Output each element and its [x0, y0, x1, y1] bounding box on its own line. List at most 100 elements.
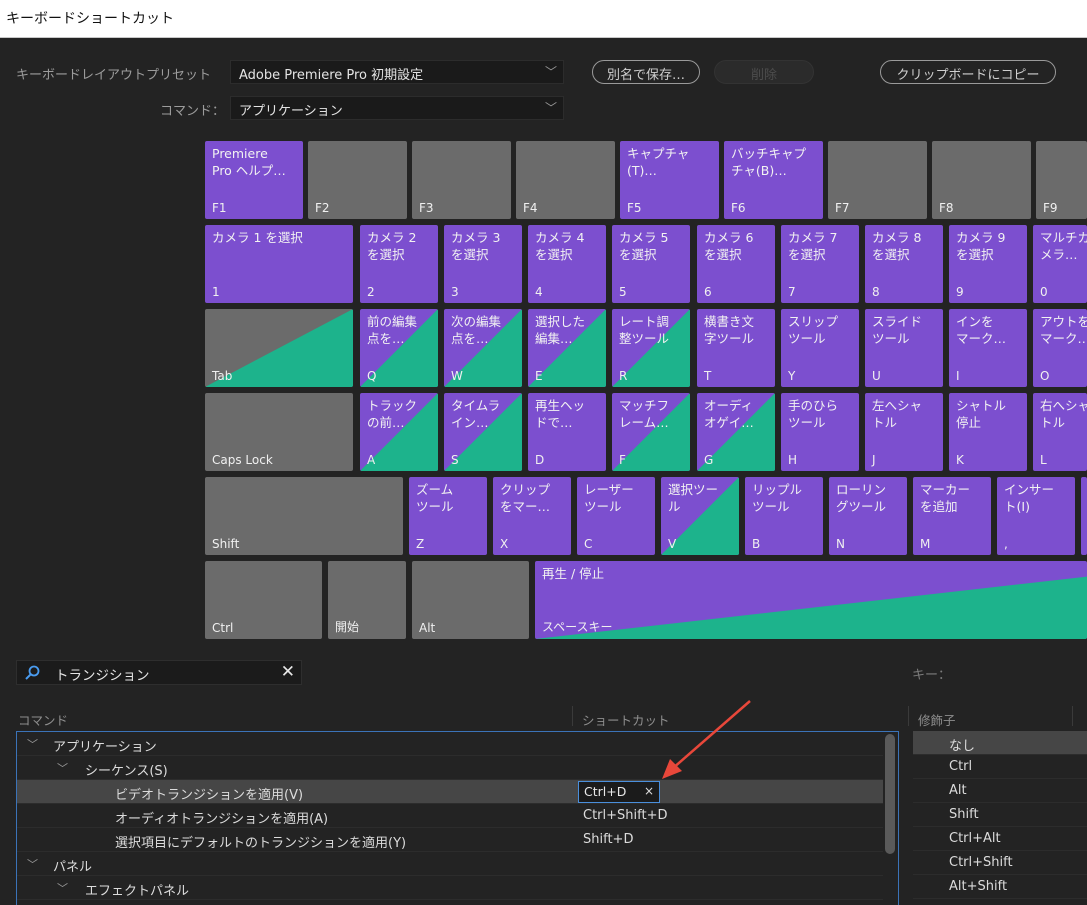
- search-field[interactable]: トランジション ✕: [16, 660, 302, 685]
- key-d[interactable]: 再生ヘッ ドで… D: [528, 393, 606, 471]
- key-7[interactable]: カメラ 7 を選択 7: [781, 225, 859, 303]
- key-command: 左へシャ トル: [872, 398, 923, 430]
- column-divider[interactable]: [908, 706, 909, 726]
- key-k[interactable]: シャトル 停止 K: [949, 393, 1027, 471]
- modifier-item[interactable]: Alt+Shift: [913, 875, 1087, 899]
- key-h[interactable]: 手のひら ツール H: [781, 393, 859, 471]
- command-filter-dropdown[interactable]: アプリケーション ﹀: [230, 96, 564, 120]
- delete-button[interactable]: 削除: [714, 60, 814, 84]
- key-w[interactable]: 次の編集 点を… W: [444, 309, 522, 387]
- key-o[interactable]: アウトを マーク… O: [1033, 309, 1087, 387]
- chevron-down-icon[interactable]: ﹀: [57, 880, 68, 896]
- search-icon: [25, 665, 40, 680]
- tree-scrollbar[interactable]: [885, 734, 895, 854]
- key-shift[interactable]: Shift: [205, 477, 403, 555]
- row-name: オーディオトランジションを適用(A): [115, 812, 329, 827]
- key-c[interactable]: レーザー ツール C: [577, 477, 655, 555]
- key-m[interactable]: マーカー を追加 M: [913, 477, 991, 555]
- key-f6[interactable]: バッチキャプ チャ(B)… F6: [724, 141, 823, 219]
- chevron-down-icon[interactable]: ﹀: [57, 760, 68, 776]
- chevron-down-icon[interactable]: ﹀: [27, 856, 38, 872]
- key-j[interactable]: 左へシャ トル J: [865, 393, 943, 471]
- key-u[interactable]: スライド ツール U: [865, 309, 943, 387]
- key-cap: 0: [1040, 285, 1048, 299]
- column-divider[interactable]: [572, 706, 573, 726]
- key-f[interactable]: マッチフ レーム… F: [612, 393, 690, 471]
- key-y[interactable]: スリップ ツール Y: [781, 309, 859, 387]
- key-comma[interactable]: インサー ト(I),: [997, 477, 1075, 555]
- modifier-item[interactable]: Ctrl: [913, 755, 1087, 779]
- key-t[interactable]: 横書き文 字ツール T: [697, 309, 775, 387]
- key-b[interactable]: リップル ツール B: [745, 477, 823, 555]
- chevron-down-icon[interactable]: ﹀: [27, 736, 38, 752]
- key-6[interactable]: カメラ 6 を選択 6: [697, 225, 775, 303]
- key-period[interactable]: [1081, 477, 1087, 555]
- layout-preset-dropdown[interactable]: Adobe Premiere Pro 初期設定 ﹀: [230, 60, 564, 84]
- modifier-item[interactable]: Ctrl+Alt: [913, 827, 1087, 851]
- tree-row-default-transition[interactable]: 選択項目にデフォルトのトランジションを適用(Y) Shift+D: [17, 828, 883, 852]
- command-filter-value: アプリケーション: [239, 104, 343, 119]
- shortcut-value[interactable]: Shift+D: [583, 832, 633, 847]
- key-0[interactable]: マルチカ メラ… 0: [1033, 225, 1087, 303]
- key-8[interactable]: カメラ 8 を選択 8: [865, 225, 943, 303]
- key-f7[interactable]: F7: [828, 141, 927, 219]
- column-command[interactable]: コマンド: [18, 710, 68, 729]
- tree-row-audio-transition[interactable]: オーディオトランジションを適用(A) Ctrl+Shift+D: [17, 804, 883, 828]
- tree-row-effects-panel[interactable]: ﹀ エフェクトパネル: [17, 876, 883, 900]
- key-f3[interactable]: F3: [412, 141, 511, 219]
- key-f4[interactable]: F4: [516, 141, 615, 219]
- key-f1[interactable]: Premiere Pro ヘルプ… F1: [205, 141, 303, 219]
- key-tab[interactable]: Tab: [205, 309, 353, 387]
- key-4[interactable]: カメラ 4 を選択 4: [528, 225, 606, 303]
- clear-icon[interactable]: ✕: [281, 662, 295, 682]
- column-divider[interactable]: [1072, 706, 1073, 726]
- key-caps-lock[interactable]: Caps Lock: [205, 393, 353, 471]
- annotation-arrow: [662, 700, 751, 779]
- key-f5[interactable]: キャプチャ (T)… F5: [620, 141, 719, 219]
- shortcut-value[interactable]: Ctrl+Shift+D: [583, 808, 667, 823]
- key-1[interactable]: カメラ 1 を選択 1: [205, 225, 353, 303]
- key-cap: 開始: [335, 620, 360, 634]
- key-g[interactable]: オーディ オゲイ… G: [697, 393, 775, 471]
- key-l[interactable]: 右へシャ トル L: [1033, 393, 1087, 471]
- key-x[interactable]: クリップ をマー… X: [493, 477, 571, 555]
- key-n[interactable]: ローリン グツール N: [829, 477, 907, 555]
- key-s[interactable]: タイムラ イン… S: [444, 393, 522, 471]
- key-f8[interactable]: F8: [932, 141, 1031, 219]
- column-modifier[interactable]: 修飾子: [918, 710, 956, 729]
- modifier-item[interactable]: Shift: [913, 803, 1087, 827]
- key-a[interactable]: トラック の前… A: [360, 393, 438, 471]
- key-ctrl[interactable]: Ctrl: [205, 561, 322, 639]
- key-f2[interactable]: F2: [308, 141, 407, 219]
- key-q[interactable]: 前の編集 点を… Q: [360, 309, 438, 387]
- key-start[interactable]: 開始: [328, 561, 406, 639]
- key-z[interactable]: ズーム ツール Z: [409, 477, 487, 555]
- key-cap: Tab: [212, 369, 233, 383]
- key-5[interactable]: カメラ 5 を選択 5: [612, 225, 690, 303]
- search-input[interactable]: トランジション: [55, 664, 150, 684]
- modifier-item[interactable]: なし: [913, 731, 1087, 755]
- key-2[interactable]: カメラ 2 を選択 2: [360, 225, 438, 303]
- key-i[interactable]: インを マーク… I: [949, 309, 1027, 387]
- modifier-item[interactable]: Ctrl+Shift: [913, 851, 1087, 875]
- key-r[interactable]: レート調 整ツール R: [612, 309, 690, 387]
- key-alt[interactable]: Alt: [412, 561, 529, 639]
- save-as-button[interactable]: 別名で保存…: [592, 60, 700, 84]
- command-tree[interactable]: ﹀ アプリケーション ﹀ シーケンス(S) ビデオトランジションを適用(V) C…: [16, 731, 899, 905]
- key-3[interactable]: カメラ 3 を選択 3: [444, 225, 522, 303]
- copy-clipboard-button[interactable]: クリップボードにコピー: [880, 60, 1056, 84]
- key-f9[interactable]: F9: [1036, 141, 1087, 219]
- key-space[interactable]: 再生 / 停止 スペースキー: [535, 561, 1087, 639]
- key-command: インを マーク…: [956, 314, 1007, 346]
- modifier-item[interactable]: Alt: [913, 779, 1087, 803]
- key-cap: F3: [419, 201, 434, 215]
- shortcut-edit-field[interactable]: Ctrl+D ×: [578, 781, 660, 803]
- modifier-list[interactable]: なし Ctrl Alt Shift Ctrl+Alt Ctrl+Shift Al…: [913, 731, 1087, 905]
- key-cap: I: [956, 369, 960, 383]
- key-9[interactable]: カメラ 9 を選択 9: [949, 225, 1027, 303]
- key-command: カメラ 5 を選択: [619, 230, 669, 262]
- tree-row-panel[interactable]: ﹀ パネル: [17, 852, 883, 876]
- key-e[interactable]: 選択した 編集… E: [528, 309, 606, 387]
- remove-shortcut-icon[interactable]: ×: [644, 784, 654, 798]
- key-v[interactable]: 選択ツー ル V: [661, 477, 739, 555]
